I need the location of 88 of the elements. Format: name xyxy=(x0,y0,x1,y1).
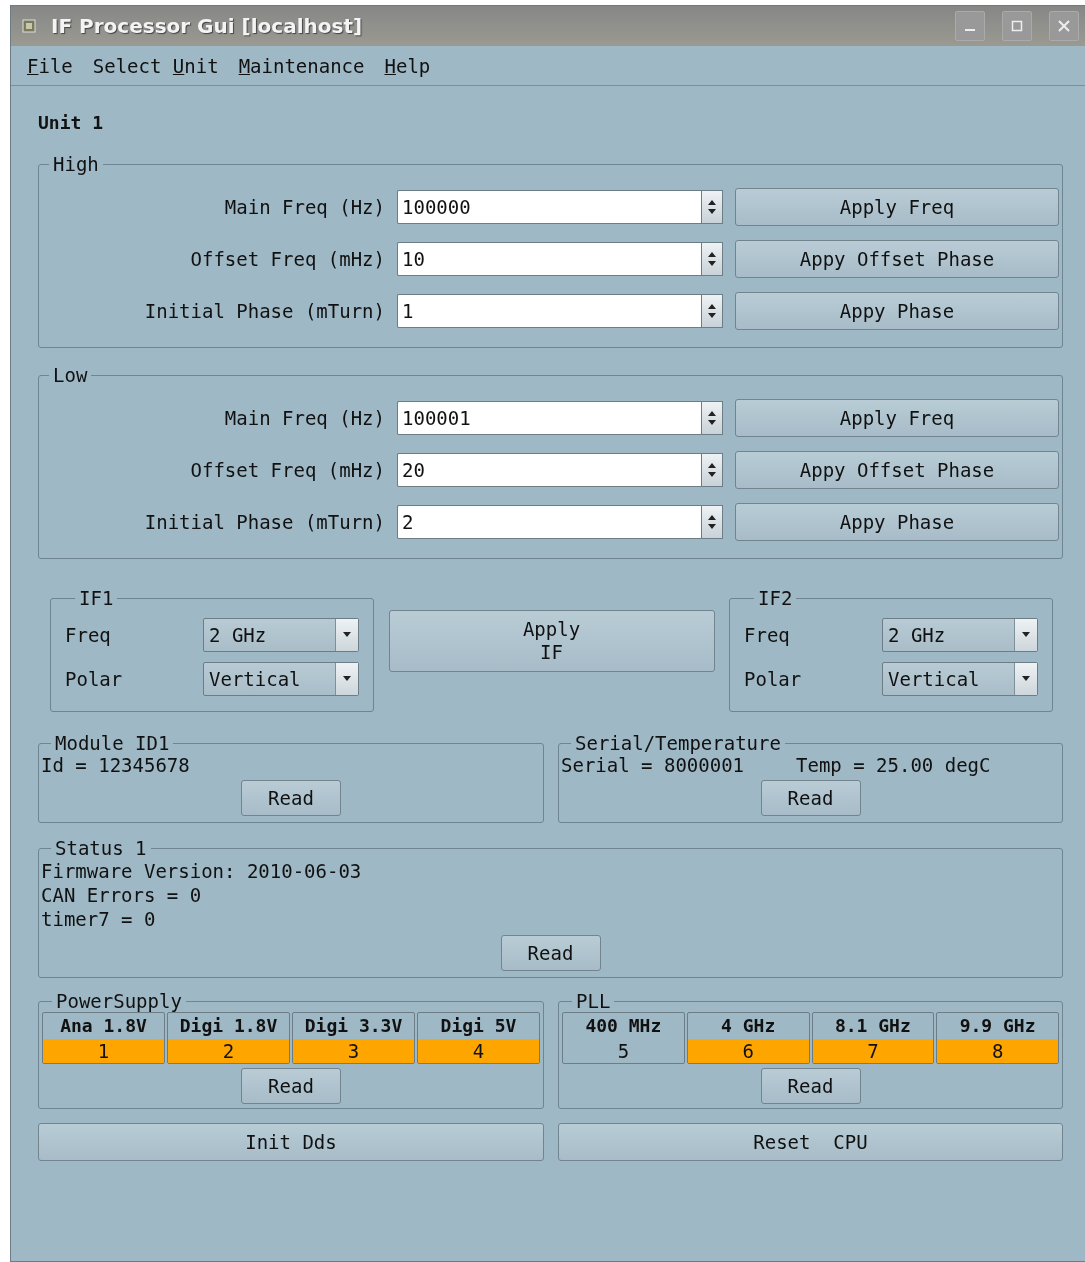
read-button[interactable]: Read xyxy=(241,1068,341,1104)
apply-button[interactable]: Apply Freq xyxy=(735,399,1059,437)
group-title: Low xyxy=(52,364,89,386)
read-button[interactable]: Read xyxy=(500,935,601,971)
indicator-number: 4 xyxy=(418,1039,539,1063)
spin-button[interactable] xyxy=(701,294,723,328)
apply-button[interactable]: Appy Offset Phase xyxy=(735,240,1059,278)
spin-arrows-icon[interactable] xyxy=(707,409,717,427)
caret-icon[interactable] xyxy=(342,676,352,682)
group-title: IF1 xyxy=(78,587,115,609)
field-label: Freq xyxy=(744,624,790,646)
window-title: IF Processor Gui [localhost] xyxy=(51,14,364,38)
menu-item[interactable]: Help xyxy=(384,54,431,77)
spin-button[interactable] xyxy=(701,190,723,224)
number-field[interactable]: 1 xyxy=(397,294,701,328)
indicator-number: 3 xyxy=(293,1039,414,1063)
number-field[interactable]: 100000 xyxy=(397,190,701,224)
menu-item[interactable]: File xyxy=(27,54,73,77)
spin-button[interactable] xyxy=(701,401,723,435)
field-label: Offset Freq (mHz) xyxy=(189,248,385,270)
apply-button[interactable]: Appy Offset Phase xyxy=(735,451,1059,489)
number-field[interactable]: 2 xyxy=(397,505,701,539)
indicator-label: Digi 3.3V xyxy=(303,1014,404,1038)
command-button[interactable]: Reset CPU xyxy=(558,1123,1063,1161)
indicator-label: 9.9 GHz xyxy=(958,1014,1037,1038)
field-label: Main Freq (Hz) xyxy=(223,407,385,429)
spin-arrows-icon[interactable] xyxy=(707,513,717,531)
caret-icon[interactable] xyxy=(1021,676,1031,682)
field-label: Polar xyxy=(65,668,123,690)
field-label: Offset Freq (mHz) xyxy=(189,459,385,481)
readout-text: Id = 12345678 xyxy=(41,754,190,776)
field-label: Freq xyxy=(65,624,111,646)
status-line: Firmware Version: 2010-06-03 xyxy=(41,859,363,883)
group-title: Serial/Temperature xyxy=(574,732,782,754)
status-line: timer7 = 0 xyxy=(41,907,157,931)
group-title: Status 1 xyxy=(54,837,148,859)
indicator-number: 8 xyxy=(937,1039,1058,1063)
field-label: Initial Phase (mTurn) xyxy=(143,511,385,533)
spin-button[interactable] xyxy=(701,505,723,539)
number-field[interactable]: 10 xyxy=(397,242,701,276)
apply-button[interactable]: Apply Freq xyxy=(735,188,1059,226)
indicator-number: 7 xyxy=(812,1039,934,1063)
apply-button[interactable]: Appy Phase xyxy=(735,292,1059,330)
read-button[interactable]: Read xyxy=(760,780,861,816)
group-title: IF2 xyxy=(757,587,794,609)
caret-icon[interactable] xyxy=(1021,632,1031,638)
indicator-number: 1 xyxy=(43,1039,164,1063)
menu-item[interactable]: Maintenance xyxy=(238,54,365,77)
field-label: Main Freq (Hz) xyxy=(223,196,385,218)
read-button[interactable]: Read xyxy=(760,1068,861,1104)
indicator-number: 6 xyxy=(687,1039,809,1063)
read-button[interactable]: Read xyxy=(241,780,341,816)
indicator-label: 400 MHz xyxy=(584,1014,663,1038)
field-label: Polar xyxy=(744,668,802,690)
apply-button[interactable]: Appy Phase xyxy=(735,503,1059,541)
number-field[interactable]: 20 xyxy=(397,453,701,487)
spin-arrows-icon[interactable] xyxy=(707,302,717,320)
indicator-number: 2 xyxy=(168,1039,289,1063)
caret-icon[interactable] xyxy=(342,632,352,638)
group-title: PLL xyxy=(575,990,612,1012)
spin-arrows-icon[interactable] xyxy=(707,198,717,216)
group-title: PowerSupply xyxy=(55,990,183,1012)
dropdown[interactable]: 2 GHz xyxy=(203,618,359,652)
spin-button[interactable] xyxy=(701,453,723,487)
group-title: Module ID1 xyxy=(54,732,171,754)
readout-text: Serial = 8000001 xyxy=(561,754,745,776)
group-title: High xyxy=(52,153,100,175)
dropdown[interactable]: Vertical xyxy=(882,662,1038,696)
number-field[interactable]: 100001 xyxy=(397,401,701,435)
apply-if-button[interactable]: Apply IF xyxy=(388,610,715,672)
unit-title: Unit 1 xyxy=(38,112,105,133)
dropdown[interactable]: 2 GHz xyxy=(882,618,1038,652)
indicator-label: Ana 1.8V xyxy=(59,1014,148,1038)
menu-item[interactable]: Select Unit xyxy=(92,54,219,77)
indicator-number: 5 xyxy=(616,1039,631,1063)
status-line: CAN Errors = 0 xyxy=(41,883,203,907)
dropdown[interactable]: Vertical xyxy=(203,662,359,696)
field-label: Initial Phase (mTurn) xyxy=(143,300,385,322)
command-button[interactable]: Init Dds xyxy=(38,1123,544,1161)
indicator-label: Digi 5V xyxy=(439,1014,518,1038)
indicator-label: 4 GHz xyxy=(720,1014,777,1038)
spin-arrows-icon[interactable] xyxy=(707,250,717,268)
spin-arrows-icon[interactable] xyxy=(707,461,717,479)
indicator-label: 8.1 GHz xyxy=(833,1014,912,1038)
indicator-label: Digi 1.8V xyxy=(178,1014,279,1038)
readout-text: Temp = 25.00 degC xyxy=(796,754,991,776)
spin-button[interactable] xyxy=(701,242,723,276)
chip-icon xyxy=(21,18,37,34)
